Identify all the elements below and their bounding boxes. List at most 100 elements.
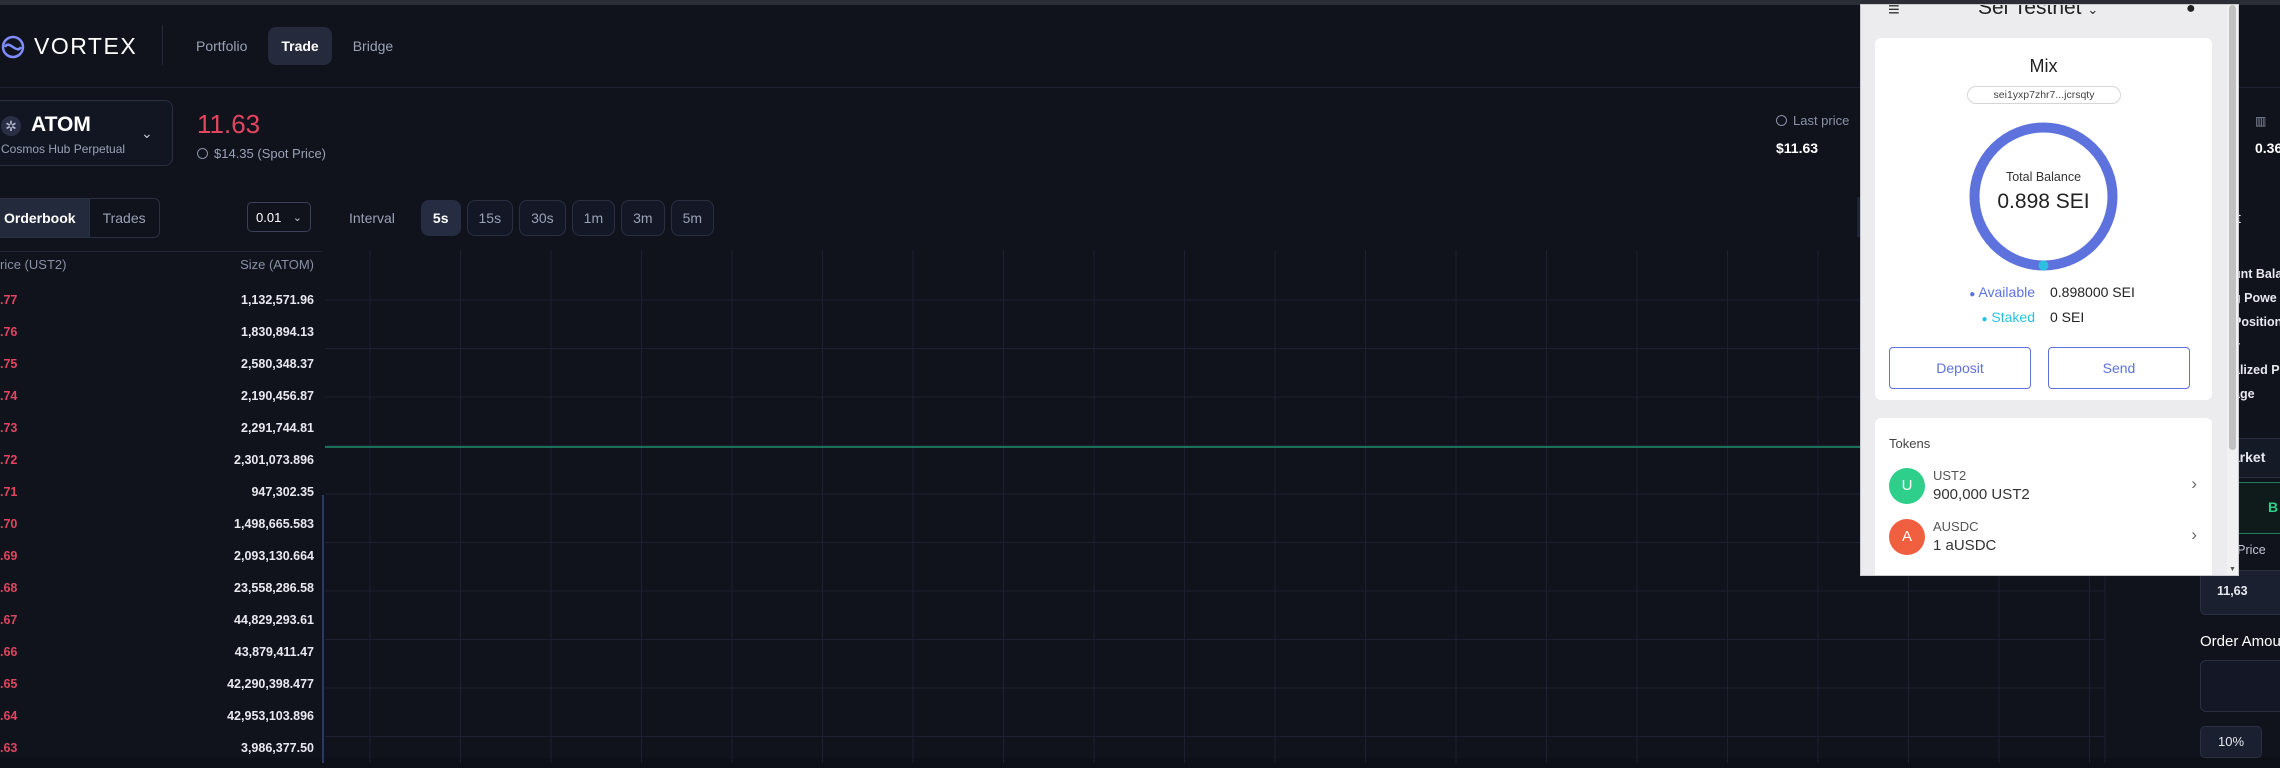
total-balance-label: Total Balance xyxy=(2005,170,2082,184)
orderbook-rows: .77 1,132,571.96 .76 1,830,894.13 .75 2,580… xyxy=(0,288,322,768)
orderbook-scrollbar[interactable] xyxy=(322,495,324,763)
row-size: 44,829,293.61 xyxy=(234,613,314,627)
orderbook-row[interactable]: .70 1,498,665.583 xyxy=(0,512,322,544)
interval-1m-button[interactable]: 1m xyxy=(571,200,616,236)
balance-ring-staked xyxy=(2038,260,2049,271)
staked-dot-icon: ● xyxy=(1981,314,1988,325)
chart-bar-icon: ▥ xyxy=(2255,114,2267,128)
token-row-ausdc[interactable]: A AUSDC 1 aUSDC › xyxy=(1889,517,2199,557)
token-name: UST2 xyxy=(1933,468,1967,483)
interval-5s-button[interactable]: 5s xyxy=(420,200,461,236)
interval-5m-button[interactable]: 5m xyxy=(670,200,715,236)
market-price: 11.63 xyxy=(197,109,261,139)
tab-orderbook[interactable]: Orderbook xyxy=(0,198,90,238)
row-price: .77 xyxy=(0,293,18,307)
network-name: Sei Testnet xyxy=(1978,5,2082,19)
row-price: .74 xyxy=(0,389,18,403)
wallet-popup: ≡ Sei Testnet ⌄ ● Mix sei1yxp7zhr7...jcr… xyxy=(1861,5,2238,575)
spot-price: $14.35 (Spot Price) xyxy=(197,146,326,161)
orderbook-row[interactable]: .65 42,290,398.477 xyxy=(0,672,322,704)
wallet-header: ≡ Sei Testnet ⌄ ● xyxy=(1861,5,2227,23)
vortex-logo-icon xyxy=(1,35,25,58)
row-size: 2,301,073.896 xyxy=(234,453,314,467)
wallet-address[interactable]: sei1yxp7zhr7...jcrsqty xyxy=(1967,86,2121,104)
orderbook-row[interactable]: .75 2,580,348.37 xyxy=(0,352,322,384)
price-chart[interactable]: 11.640011.620011.610011.6302 xyxy=(325,250,2115,763)
orderbook-row[interactable]: .71 947,302.35 xyxy=(0,480,322,512)
price-column-header: rice (UST2) xyxy=(0,257,67,272)
market-name: Cosmos Hub Perpetual xyxy=(1,142,126,156)
market-selector[interactable]: ✲ ATOM Cosmos Hub Perpetual ⌄ xyxy=(0,100,173,166)
price-input-value: 11,63 xyxy=(2217,584,2248,598)
token-row-ust2[interactable]: U UST2 900,000 UST2 › xyxy=(1889,466,2199,506)
nav-tab-trade[interactable]: Trade xyxy=(268,27,332,65)
interval-15s-button[interactable]: 15s xyxy=(466,200,514,236)
account-row: Position xyxy=(2233,315,2280,329)
row-size: 3,986,377.50 xyxy=(241,741,314,755)
token-name: AUSDC xyxy=(1933,519,1979,534)
row-price: .72 xyxy=(0,453,18,467)
token-avatar: U xyxy=(1889,468,1925,504)
token-balance: 900,000 UST2 xyxy=(1933,486,2030,503)
orderbook-row[interactable]: .66 43,879,411.47 xyxy=(0,640,322,672)
tokens-title: Tokens xyxy=(1889,436,1931,451)
order-amount-label: Order Amou xyxy=(2200,633,2280,650)
last-price-stat: Last price $11.63 xyxy=(1776,113,1849,156)
row-size: 23,558,286.58 xyxy=(234,581,314,595)
row-size: 2,580,348.37 xyxy=(241,357,314,371)
deposit-button[interactable]: Deposit xyxy=(1889,347,2031,389)
nav-tab-portfolio[interactable]: Portfolio xyxy=(183,27,260,65)
row-price: .70 xyxy=(0,517,18,531)
nav-divider xyxy=(162,25,163,65)
size-column-header: Size (ATOM) xyxy=(240,257,314,272)
menu-icon[interactable]: ≡ xyxy=(1888,5,1900,22)
tick-size-select[interactable]: 0.01 ⌄ xyxy=(247,202,311,232)
row-price: .67 xyxy=(0,613,18,627)
row-size: 42,290,398.477 xyxy=(227,677,314,691)
orderbook-row[interactable]: .77 1,132,571.96 xyxy=(0,288,322,320)
orderbook-row[interactable]: .72 2,301,073.896 xyxy=(0,448,322,480)
spot-price-text: $14.35 (Spot Price) xyxy=(214,146,327,161)
row-size: 42,953,103.896 xyxy=(227,709,314,723)
nav-tabs: Portfolio Trade Bridge xyxy=(183,27,406,65)
interval-3m-button[interactable]: 3m xyxy=(621,200,665,236)
clock-icon xyxy=(1776,115,1787,126)
orderbook-row[interactable]: .64 42,953,103.896 xyxy=(0,704,322,736)
row-price: .71 xyxy=(0,485,18,499)
scroll-down-arrow-icon[interactable]: ▼ xyxy=(2229,566,2236,573)
nav-tab-bridge[interactable]: Bridge xyxy=(340,27,406,65)
interval-30s-button[interactable]: 30s xyxy=(519,200,566,236)
price-chart-svg: 11.640011.620011.610011.6302 xyxy=(325,250,2115,763)
atom-token-icon: ✲ xyxy=(1,116,21,136)
orderbook-row[interactable]: .73 2,291,744.81 xyxy=(0,416,322,448)
available-row: ● Available xyxy=(1875,284,2035,304)
orderbook-row[interactable]: .68 23,558,286.58 xyxy=(0,576,322,608)
orderbook-row[interactable]: .67 44,829,293.61 xyxy=(0,608,322,640)
row-price: .65 xyxy=(0,677,18,691)
staked-value: 0 SEI xyxy=(2050,309,2085,325)
token-balance: 1 aUSDC xyxy=(1933,537,1997,554)
network-selector[interactable]: Sei Testnet ⌄ xyxy=(1978,5,2098,20)
vortex-app: VORTEX Portfolio Trade Bridge ✲ ATOM Cos… xyxy=(0,5,2280,763)
send-button[interactable]: Send xyxy=(2048,347,2190,389)
orderbook-row[interactable]: .76 1,830,894.13 xyxy=(0,320,322,352)
orderbook-divider xyxy=(0,251,322,252)
orderbook-header: rice (UST2) Size (ATOM) xyxy=(0,257,322,275)
wallet-scroll-thumb[interactable] xyxy=(2229,5,2236,450)
wallet-scrollbar[interactable]: ▼ xyxy=(2227,5,2238,575)
row-size: 43,879,411.47 xyxy=(234,645,314,659)
staked-label: Staked xyxy=(1991,309,2035,325)
user-icon[interactable]: ● xyxy=(2186,5,2196,18)
stat-2-value: 0.36 xyxy=(2255,140,2280,156)
row-price: .76 xyxy=(0,325,18,339)
orderbook-row[interactable]: .69 2,093,130.664 xyxy=(0,544,322,576)
percent-10-button[interactable]: 10% xyxy=(2200,726,2262,758)
row-size: 1,498,665.583 xyxy=(234,517,314,531)
tab-trades[interactable]: Trades xyxy=(89,198,160,238)
price-input[interactable]: 11,63 xyxy=(2200,570,2280,615)
orderbook-row[interactable]: .63 3,986,377.50 xyxy=(0,736,322,768)
order-amount-input[interactable] xyxy=(2200,660,2280,712)
orderbook-row[interactable]: .74 2,190,456.87 xyxy=(0,384,322,416)
account-row: alized P xyxy=(2233,363,2280,377)
logo[interactable]: VORTEX xyxy=(0,33,137,60)
